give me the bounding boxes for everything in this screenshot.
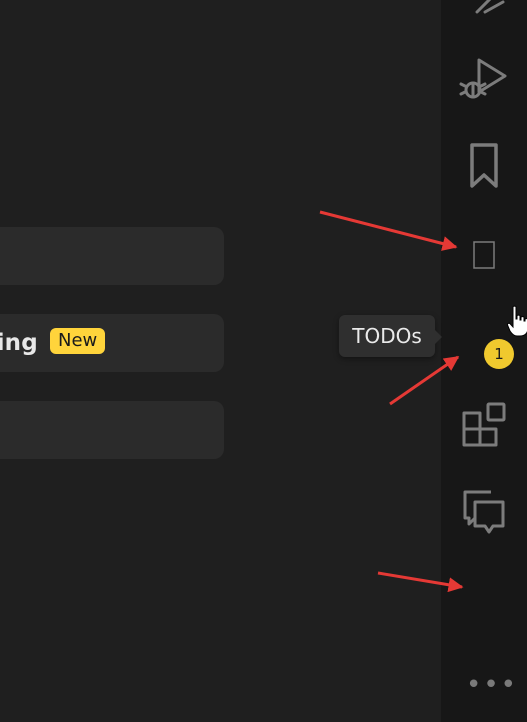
bookmark-icon[interactable] bbox=[455, 137, 513, 195]
new-badge: New bbox=[50, 328, 106, 354]
list-item[interactable] bbox=[0, 227, 224, 285]
git-icon[interactable] bbox=[455, 0, 513, 34]
run-debug-icon[interactable] bbox=[455, 52, 513, 110]
list-item[interactable]: ning New bbox=[0, 314, 224, 372]
todo-count-badge: 1 bbox=[484, 339, 514, 369]
app-window: ning New bbox=[0, 0, 527, 722]
empty-square-icon[interactable] bbox=[455, 224, 513, 282]
blank-icon[interactable] bbox=[455, 556, 513, 614]
extensions-icon[interactable] bbox=[455, 397, 513, 455]
activity-bar bbox=[441, 0, 527, 722]
list-item[interactable] bbox=[0, 401, 224, 459]
list-item-label: ning bbox=[0, 330, 38, 356]
comments-icon[interactable] bbox=[455, 482, 513, 540]
tooltip: TODOs bbox=[339, 315, 435, 357]
main-panel: ning New bbox=[0, 0, 441, 722]
more-icon[interactable]: ••• bbox=[466, 670, 516, 700]
hand-cursor-icon bbox=[507, 305, 527, 337]
tooltip-arrow bbox=[434, 329, 442, 345]
